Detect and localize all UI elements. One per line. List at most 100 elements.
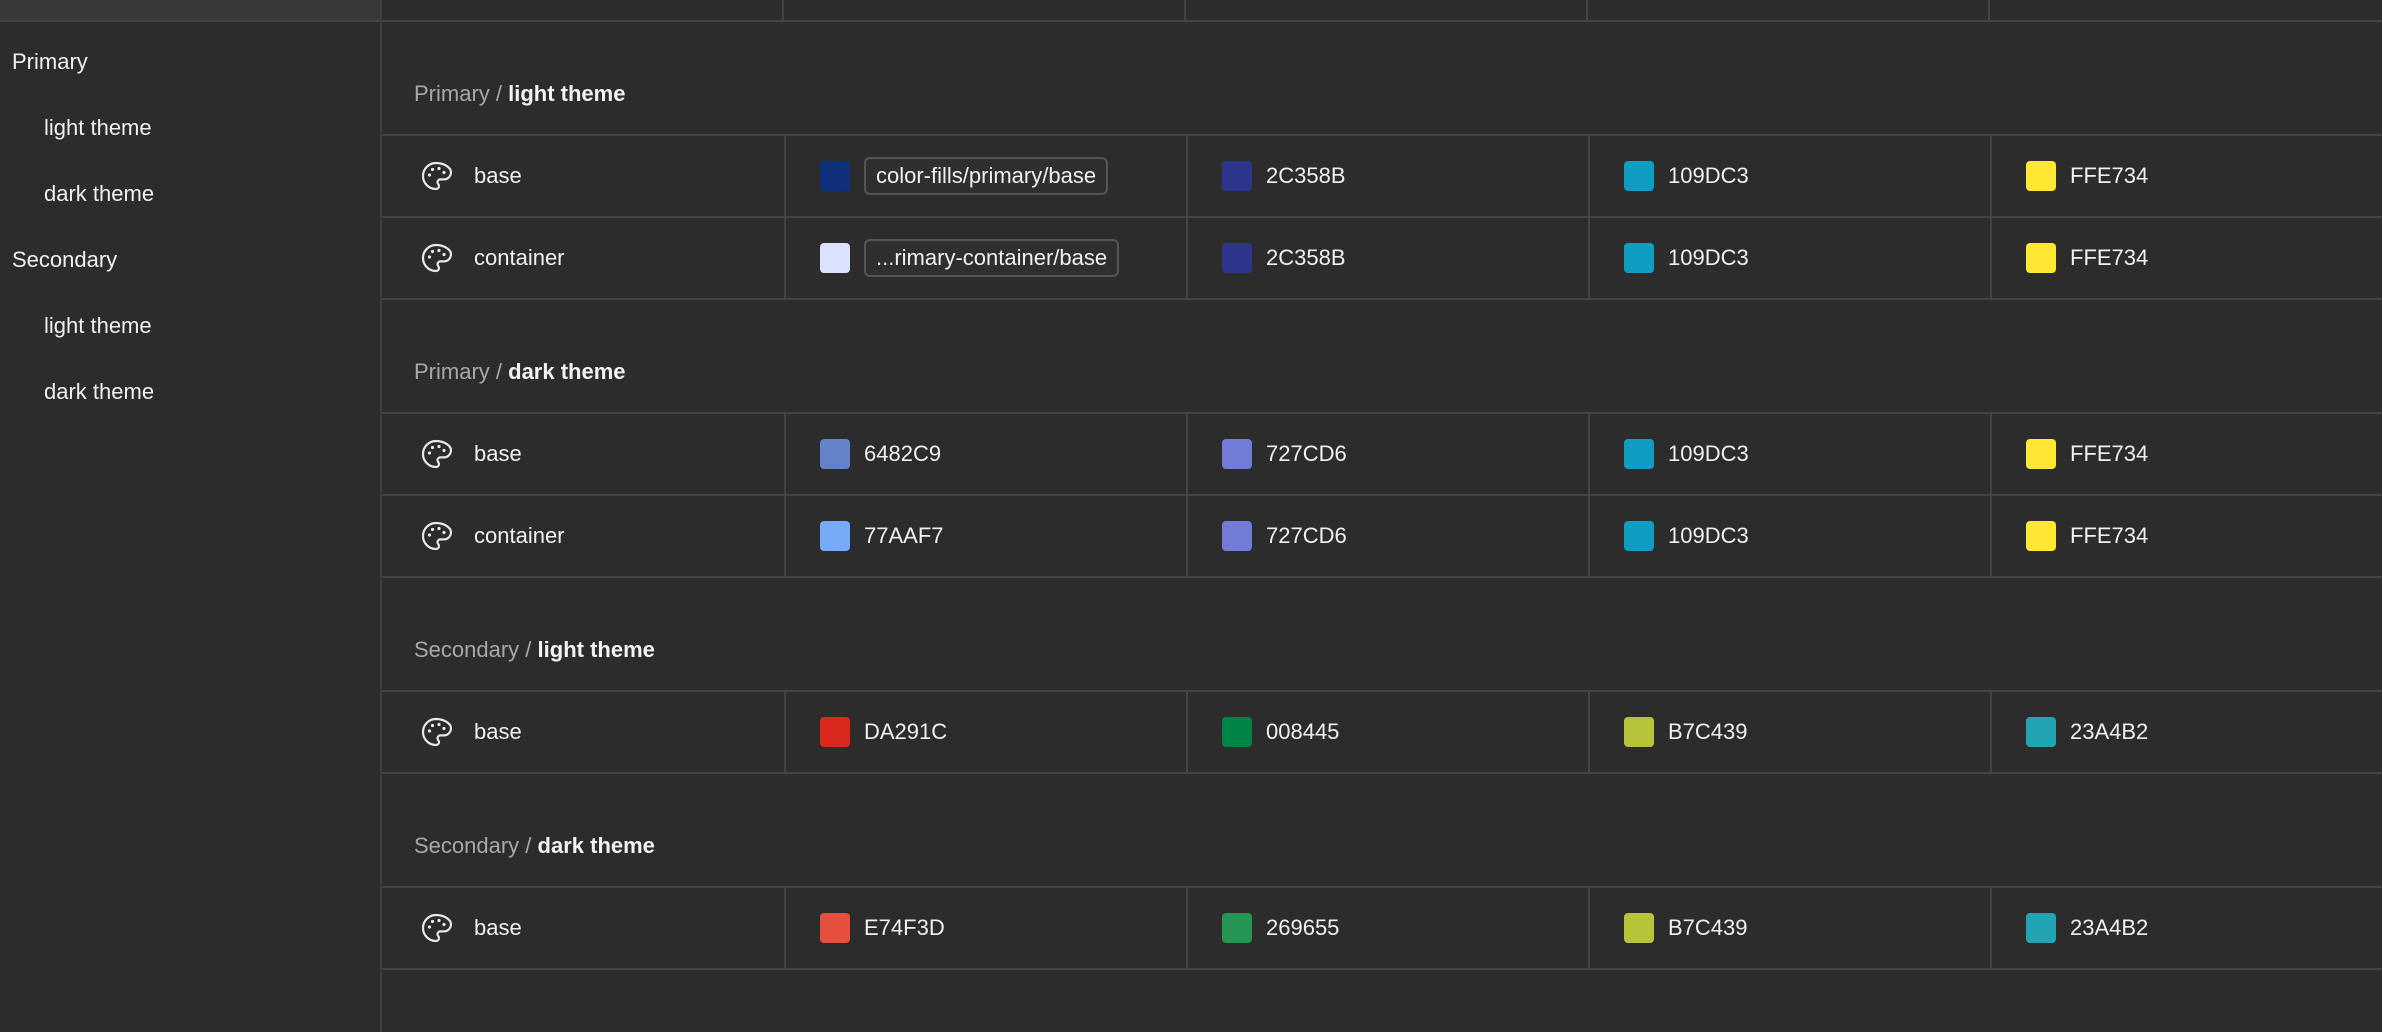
color-value-cell[interactable]: 269655 xyxy=(1186,888,1588,968)
color-swatch[interactable] xyxy=(820,439,850,469)
sidebar-item-primary-dark-theme[interactable]: dark theme xyxy=(44,174,154,214)
color-swatch[interactable] xyxy=(820,161,850,191)
color-swatch[interactable] xyxy=(2026,243,2056,273)
color-swatch[interactable] xyxy=(1624,521,1654,551)
color-value-cell[interactable]: 6482C9 xyxy=(784,414,1186,494)
color-swatch[interactable] xyxy=(1624,717,1654,747)
section-group-label: Secondary xyxy=(414,833,520,858)
color-value-cell[interactable]: 23A4B2 xyxy=(1990,692,2382,772)
sidebar-item-primary-light-theme[interactable]: light theme xyxy=(44,108,152,148)
section-separator: / xyxy=(489,359,509,384)
hex-value: 2C358B xyxy=(1266,245,1346,270)
color-swatch[interactable] xyxy=(1222,717,1252,747)
hex-value: 6482C9 xyxy=(864,441,942,466)
token-name-cell: base xyxy=(382,888,784,968)
color-swatch[interactable] xyxy=(1624,913,1654,943)
color-value-cell[interactable]: FFE734 xyxy=(1990,218,2382,298)
color-swatch[interactable] xyxy=(1222,243,1252,273)
color-value-cell[interactable]: 008445 xyxy=(1186,692,1588,772)
token-name: container xyxy=(474,523,565,548)
color-value-cell[interactable]: 109DC3 xyxy=(1588,218,1990,298)
color-value-cell[interactable]: color-fills/primary/base xyxy=(784,136,1186,216)
hex-value: DA291C xyxy=(864,719,948,744)
color-swatch[interactable] xyxy=(820,913,850,943)
hex-value: 727CD6 xyxy=(1266,441,1347,466)
table-row[interactable]: container 77AAF7 727CD6 109DC3 FFE734 xyxy=(382,494,2382,578)
section-group-label: Primary xyxy=(414,359,490,384)
color-value-cell[interactable]: 727CD6 xyxy=(1186,496,1588,576)
alias-token-chip[interactable]: ...rimary-container/base xyxy=(864,239,1120,277)
token-name-cell: base xyxy=(382,414,784,494)
token-name-cell: container xyxy=(382,496,784,576)
color-swatch[interactable] xyxy=(820,717,850,747)
color-swatch[interactable] xyxy=(1222,439,1252,469)
sidebar-item-secondary-dark-theme[interactable]: dark theme xyxy=(44,372,154,412)
table-row[interactable]: container ...rimary-container/base 2C358B 1… xyxy=(382,216,2382,300)
table-row[interactable]: base 6482C9 727CD6 109DC3 FFE734 xyxy=(382,412,2382,494)
color-swatch[interactable] xyxy=(1222,913,1252,943)
hex-value: FFE734 xyxy=(2070,245,2149,270)
color-swatch[interactable] xyxy=(2026,439,2056,469)
palette-icon xyxy=(420,520,452,552)
section-title: Secondary / light theme xyxy=(414,630,655,670)
color-value-cell[interactable]: 77AAF7 xyxy=(784,496,1186,576)
sidebar-top-strip xyxy=(0,0,380,22)
sidebar-group-secondary[interactable]: Secondary xyxy=(12,240,117,280)
token-name-cell: container xyxy=(382,218,784,298)
palette-icon xyxy=(420,242,452,274)
table-top-edge xyxy=(382,0,2382,22)
color-value-cell[interactable]: 109DC3 xyxy=(1588,414,1990,494)
token-name: base xyxy=(474,719,522,744)
section-separator: / xyxy=(519,637,538,662)
color-value-cell[interactable]: 109DC3 xyxy=(1588,136,1990,216)
color-value-cell[interactable]: FFE734 xyxy=(1990,496,2382,576)
token-name-cell: base xyxy=(382,136,784,216)
color-value-cell[interactable]: FFE734 xyxy=(1990,414,2382,494)
table-row[interactable]: base DA291C 008445 B7C439 23A4B2 xyxy=(382,690,2382,774)
palette-icon xyxy=(420,160,452,192)
color-value-cell[interactable]: DA291C xyxy=(784,692,1186,772)
hex-value: 2C358B xyxy=(1266,163,1346,188)
color-value-cell[interactable]: B7C439 xyxy=(1588,888,1990,968)
hex-value: B7C439 xyxy=(1668,719,1748,744)
hex-value: 109DC3 xyxy=(1668,245,1749,270)
color-value-cell[interactable]: E74F3D xyxy=(784,888,1186,968)
sidebar-group-primary[interactable]: Primary xyxy=(12,42,88,82)
section-group-label: Secondary xyxy=(414,637,520,662)
section-theme-label: dark theme xyxy=(537,833,655,858)
color-swatch[interactable] xyxy=(1624,161,1654,191)
hex-value: 109DC3 xyxy=(1668,523,1749,548)
color-swatch[interactable] xyxy=(1624,243,1654,273)
color-swatch[interactable] xyxy=(820,243,850,273)
table-row[interactable]: base color-fills/primary/base 2C358B 109DC3… xyxy=(382,134,2382,216)
alias-token-chip[interactable]: color-fills/primary/base xyxy=(864,157,1109,195)
section-separator: / xyxy=(489,81,509,106)
color-value-cell[interactable]: 2C358B xyxy=(1186,136,1588,216)
section-title: Primary / light theme xyxy=(414,74,625,114)
section-group-label: Primary xyxy=(414,81,490,106)
color-swatch[interactable] xyxy=(2026,521,2056,551)
hex-value: B7C439 xyxy=(1668,915,1748,940)
color-value-cell[interactable]: 109DC3 xyxy=(1588,496,1990,576)
color-swatch[interactable] xyxy=(2026,717,2056,747)
section-theme-label: dark theme xyxy=(508,359,626,384)
table-row[interactable]: base E74F3D 269655 B7C439 23A4B2 xyxy=(382,886,2382,970)
color-swatch[interactable] xyxy=(2026,161,2056,191)
hex-value: 008445 xyxy=(1266,719,1340,744)
sidebar-item-secondary-light-theme[interactable]: light theme xyxy=(44,306,152,346)
color-swatch[interactable] xyxy=(2026,913,2056,943)
color-swatch[interactable] xyxy=(1222,521,1252,551)
palette-icon xyxy=(420,912,452,944)
color-value-cell[interactable]: 2C358B xyxy=(1186,218,1588,298)
color-value-cell[interactable]: B7C439 xyxy=(1588,692,1990,772)
hex-value: FFE734 xyxy=(2070,523,2149,548)
color-swatch[interactable] xyxy=(820,521,850,551)
color-swatch[interactable] xyxy=(1624,439,1654,469)
color-value-cell[interactable]: 727CD6 xyxy=(1186,414,1588,494)
token-name: container xyxy=(474,245,565,270)
color-swatch[interactable] xyxy=(1222,161,1252,191)
color-value-cell[interactable]: FFE734 xyxy=(1990,136,2382,216)
color-value-cell[interactable]: 23A4B2 xyxy=(1990,888,2382,968)
hex-value: 727CD6 xyxy=(1266,523,1347,548)
color-value-cell[interactable]: ...rimary-container/base xyxy=(784,218,1186,298)
